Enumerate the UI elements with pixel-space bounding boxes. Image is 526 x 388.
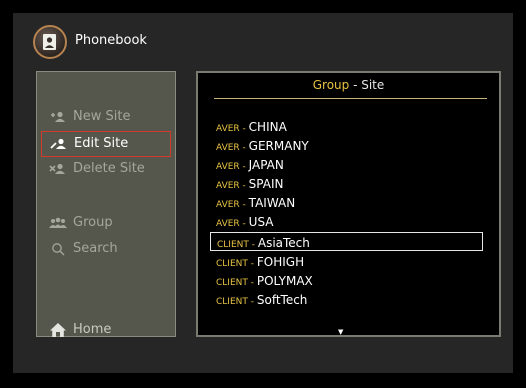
sidebar-item-home[interactable]: Home [41,318,171,344]
sidebar-item-delete-site[interactable]: Delete Site [41,157,171,183]
list-item[interactable]: AVER - GERMANY [210,136,483,155]
add-person-icon [47,105,69,129]
contact-book-icon [33,25,67,59]
sidebar-item-label: Edit Site [74,136,129,151]
list-item[interactable]: AVER - JAPAN [210,155,483,174]
group-people-icon [47,211,69,235]
list-item[interactable]: CLIENT - POLYMAX [210,271,483,290]
remove-person-icon [47,157,69,181]
title-divider [214,98,487,99]
list-item-selected[interactable]: CLIENT - AsiaTech [210,232,483,251]
list-item[interactable]: AVER - USA [210,212,483,231]
panel-title: Group - Site [312,78,385,92]
list-item[interactable]: AVER - TAIWAN [210,193,483,212]
edit-person-icon [48,132,70,156]
sidebar-item-edit-site[interactable]: Edit Site [41,131,171,157]
search-icon [47,237,69,261]
phonebook-screen: Phonebook New Site Edit Site Delete Site… [13,13,513,373]
scroll-down-icon[interactable]: ▼ [338,328,343,336]
sidebar-item-search[interactable]: Search [41,237,171,263]
list-item[interactable]: AVER - SPAIN [210,174,483,193]
site-list-panel: Group - Site AVER - CHINA AVER - GERMANY… [196,71,501,337]
list-item[interactable]: AVER - CHINA [210,117,483,136]
list-item[interactable]: CLIENT - SoftTech [210,290,483,309]
sidebar-item-label: Home [73,322,112,337]
sidebar-menu: New Site Edit Site Delete Site Group Sea… [36,71,176,337]
sidebar-item-new-site[interactable]: New Site [41,105,171,131]
list-item[interactable]: CLIENT - FOHIGH [210,252,483,271]
sidebar-item-label: Group [73,215,113,230]
sidebar-item-label: New Site [73,109,131,124]
sidebar-item-label: Delete Site [73,161,145,176]
app-title: Phonebook [75,33,147,48]
sidebar-item-label: Search [73,241,118,256]
sidebar-item-group[interactable]: Group [41,211,171,237]
home-icon [47,318,69,342]
